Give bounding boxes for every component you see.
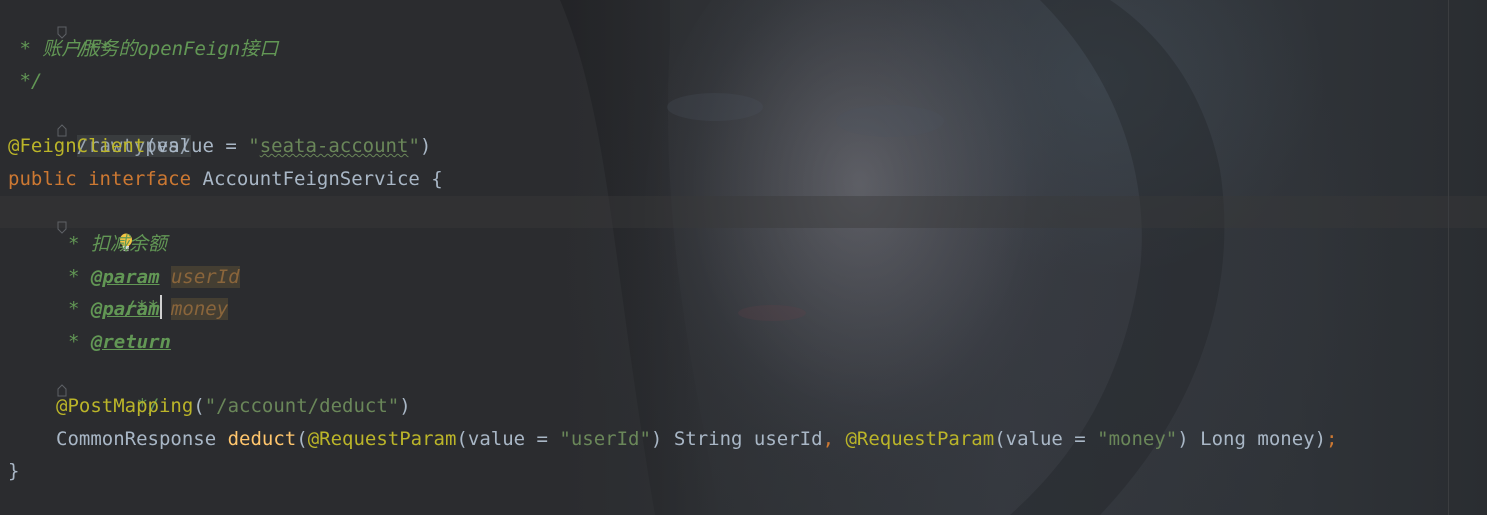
value-key: value — [156, 135, 214, 157]
request-param-annotation: @RequestParam — [307, 428, 457, 450]
param-tag: @param — [90, 266, 160, 288]
return-tag: @return — [90, 331, 171, 353]
comment-star: * — [68, 266, 91, 288]
fold-marker-icon[interactable] — [0, 106, 67, 137]
service-name-string: seata-account — [259, 135, 409, 157]
param-tag: @param — [90, 298, 160, 320]
mapping-path-string: "/account/deduct" — [204, 395, 400, 417]
comment-star: * — [68, 233, 91, 255]
assign-operator: = — [213, 135, 249, 157]
comment-star: * — [68, 298, 91, 320]
code-line-3[interactable]: */ — [8, 65, 42, 97]
code-line-1[interactable]: /** — [8, 1, 111, 60]
assign-operator: = — [1062, 428, 1098, 450]
comma: , — [822, 428, 835, 450]
feign-client-annotation: @FeignClient — [8, 135, 146, 157]
value-key: value — [467, 428, 526, 450]
comment-text: 扣减余额 — [90, 233, 167, 255]
paren-close: ) — [399, 395, 411, 417]
paren-open: ( — [193, 395, 205, 417]
value-key: value — [1005, 428, 1063, 450]
code-line-8[interactable]: * 扣减余额 — [68, 228, 167, 260]
quote-close: " — [408, 135, 420, 157]
post-mapping-annotation: @PostMapping — [56, 395, 194, 417]
money-string: "money" — [1097, 428, 1178, 450]
string-type: String — [673, 428, 743, 450]
code-line-11[interactable]: * @return — [68, 326, 171, 358]
paren-close: ) — [419, 135, 432, 157]
money-arg: money — [1257, 428, 1315, 450]
paren-open: ( — [994, 428, 1006, 450]
paren-close: ) — [1314, 428, 1327, 450]
paren-open: ( — [145, 135, 157, 157]
code-editor[interactable]: /** * 账户服务的openFeign接口 */ /rawtypes/ @Fe… — [0, 0, 1487, 515]
user-id-string: "userId" — [559, 428, 651, 450]
right-margin-guide — [1448, 0, 1449, 515]
open-brace: { — [431, 168, 443, 190]
comment-star: * — [68, 331, 91, 353]
code-line-15[interactable]: } — [8, 455, 19, 487]
code-line-7[interactable]: /** — [8, 196, 162, 319]
param-name: userId — [170, 266, 240, 288]
code-line-10[interactable]: * @param money — [68, 293, 229, 325]
method-name: deduct — [227, 428, 297, 450]
code-line-13[interactable]: @PostMapping("/account/deduct") — [56, 390, 411, 422]
paren-close: ) — [650, 428, 663, 450]
current-line-highlight — [0, 196, 1487, 228]
code-line-14[interactable]: CommonResponse deduct(@RequestParam(valu… — [56, 423, 1337, 455]
long-type: Long — [1200, 428, 1246, 450]
code-line-4[interactable]: /rawtypes/ — [8, 98, 192, 157]
public-keyword: public — [8, 168, 77, 190]
return-type: CommonResponse — [56, 428, 217, 450]
code-line-2[interactable]: * 账户服务的openFeign接口 — [8, 33, 278, 65]
comment-end: */ — [8, 70, 43, 92]
interface-name: AccountFeignService — [202, 168, 420, 190]
paren-open: ( — [456, 428, 468, 450]
close-brace: } — [8, 460, 20, 482]
fold-marker-icon[interactable] — [0, 204, 67, 234]
quote-open: " — [248, 135, 260, 157]
code-line-5[interactable]: @FeignClient(value = "seata-account") — [8, 130, 431, 162]
lightbulb-icon[interactable] — [26, 201, 132, 252]
fold-marker-icon[interactable] — [0, 366, 67, 397]
assign-operator: = — [525, 428, 560, 450]
param-name: money — [170, 298, 229, 320]
code-line-12[interactable]: */ — [57, 358, 160, 417]
paren-open: ( — [296, 428, 308, 450]
paren-close: ) — [1177, 428, 1189, 450]
request-param-annotation: @RequestParam — [845, 428, 995, 450]
interface-keyword: interface — [88, 168, 192, 190]
comment-star: * — [8, 38, 43, 60]
fold-marker-icon[interactable] — [0, 9, 67, 39]
code-line-6[interactable]: public interface AccountFeignService { — [8, 163, 443, 195]
semicolon: ; — [1326, 428, 1338, 450]
comment-text: 账户服务的openFeign接口 — [42, 38, 279, 60]
user-id-arg: userId — [753, 428, 823, 450]
code-line-9[interactable]: * @param userId — [68, 261, 240, 293]
